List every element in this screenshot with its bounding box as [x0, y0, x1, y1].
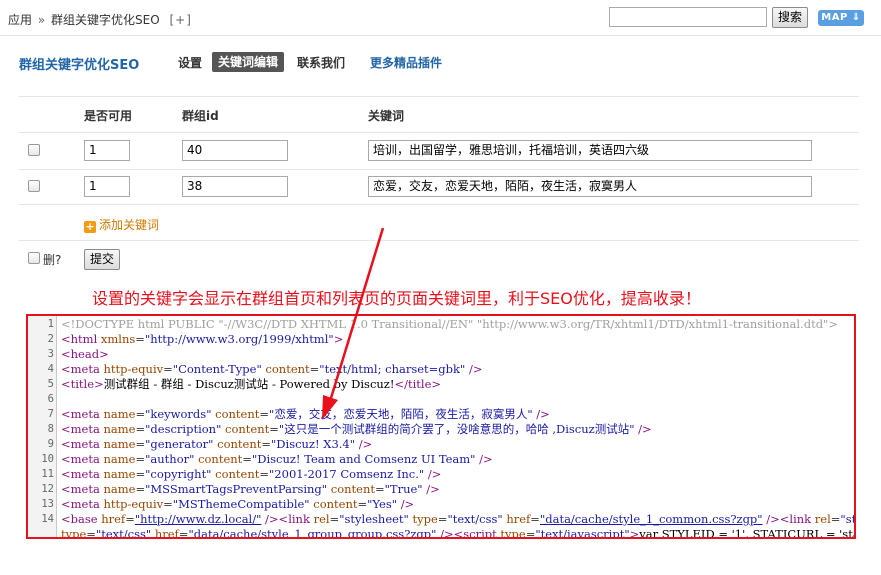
annotation-arrow	[322, 227, 385, 420]
